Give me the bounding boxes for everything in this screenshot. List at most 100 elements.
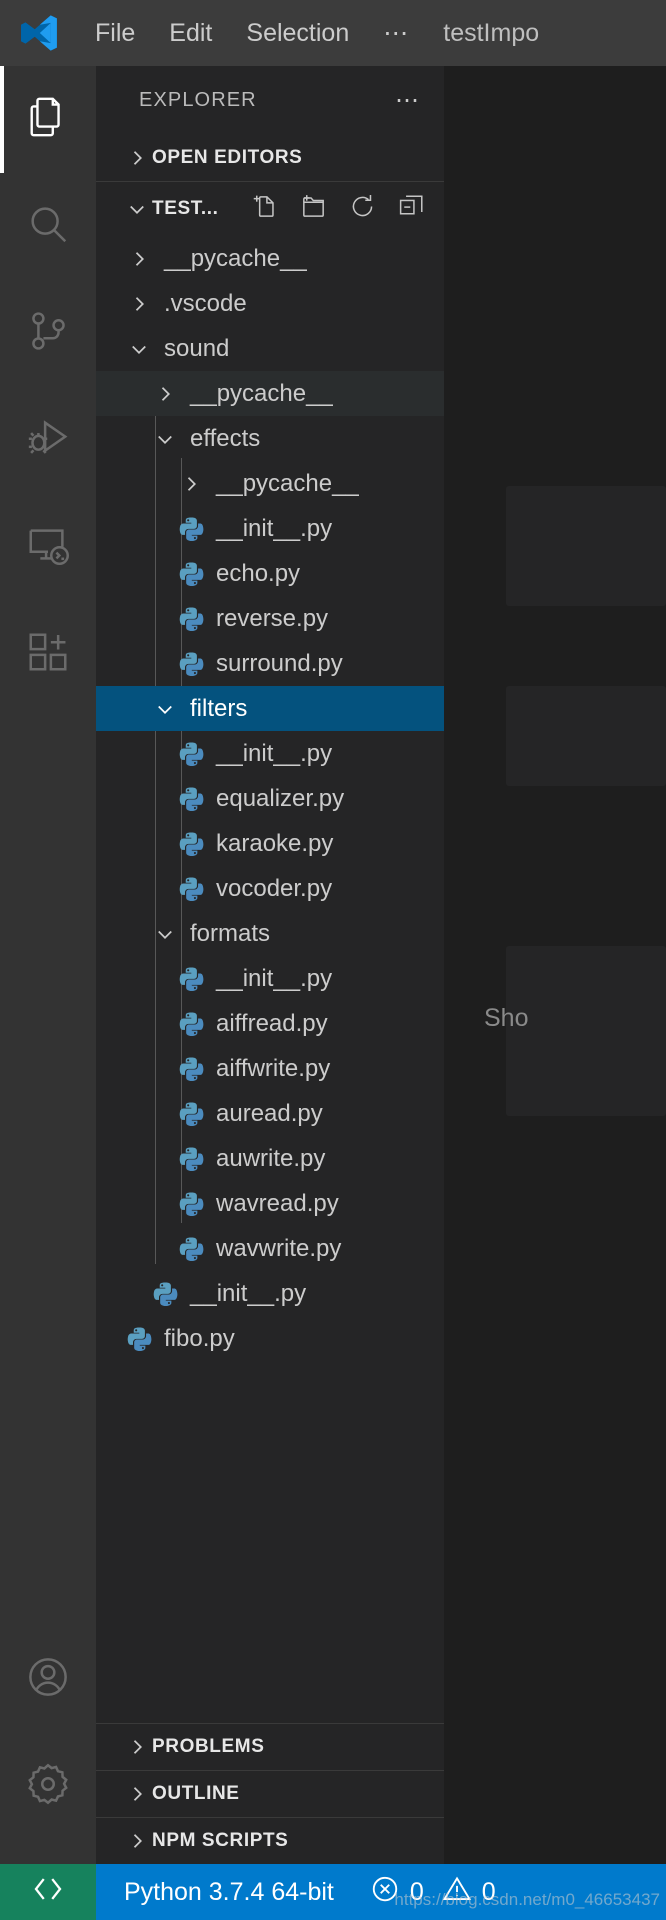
- sidebar-header: EXPLORER ⋯: [96, 66, 444, 134]
- title-bar: File Edit Selection ⋯ testImpo: [0, 0, 666, 66]
- section-label: NPM SCRIPTS: [152, 1830, 289, 1851]
- tree-item-folder[interactable]: formats: [96, 911, 444, 956]
- sidebar-more-actions-button[interactable]: ⋯: [395, 86, 422, 115]
- chevron-right-icon[interactable]: [148, 384, 182, 404]
- sidebar-item-search[interactable]: [0, 173, 96, 280]
- chevron-right-icon[interactable]: [174, 474, 208, 494]
- chevron-right-icon: [122, 1784, 152, 1804]
- python-interpreter-button[interactable]: Python 3.7.4 64-bit: [96, 1878, 352, 1907]
- tree-item-folder[interactable]: __pycache__: [96, 371, 444, 416]
- tree-item-file[interactable]: auread.py: [96, 1091, 444, 1136]
- collapse-all-icon[interactable]: [397, 192, 426, 227]
- menu-selection[interactable]: Selection: [229, 20, 366, 46]
- python-file-icon: [174, 515, 208, 542]
- python-file-icon: [148, 1280, 182, 1307]
- tree-item-label: __init__.py: [216, 514, 333, 542]
- error-count: 0: [409, 1877, 424, 1906]
- tree-item-label: formats: [190, 919, 271, 947]
- python-file-icon: [174, 1010, 208, 1037]
- manage-settings-button[interactable]: [0, 1733, 96, 1840]
- menu-edit[interactable]: Edit: [152, 20, 229, 46]
- menu-overflow-button[interactable]: ⋯: [366, 18, 427, 48]
- sidebar-item-explorer[interactable]: [0, 66, 96, 173]
- sidebar-item-source-control[interactable]: [0, 280, 96, 387]
- tree-item-file[interactable]: vocoder.py: [96, 866, 444, 911]
- tree-item-label: __pycache__: [216, 469, 359, 497]
- tree-item-file[interactable]: wavread.py: [96, 1181, 444, 1226]
- tree-item-label: echo.py: [216, 559, 301, 587]
- tree-item-file[interactable]: __init__.py: [96, 956, 444, 1001]
- tree-item-folder[interactable]: .vscode: [96, 281, 444, 326]
- tree-item-label: vocoder.py: [216, 874, 333, 902]
- python-file-icon: [174, 650, 208, 677]
- chevron-right-icon: [122, 148, 152, 168]
- tree-item-file[interactable]: auwrite.py: [96, 1136, 444, 1181]
- remote-indicator-icon: [31, 1872, 65, 1913]
- tree-item-label: aiffread.py: [216, 1009, 328, 1037]
- chevron-down-icon[interactable]: [122, 339, 156, 359]
- sidebar-item-extensions[interactable]: [0, 601, 96, 708]
- tree-item-file[interactable]: aiffwrite.py: [96, 1046, 444, 1091]
- section-label: PROBLEMS: [152, 1736, 265, 1757]
- tree-item-folder[interactable]: filters: [96, 686, 444, 731]
- tree-item-label: filters: [190, 694, 248, 722]
- tree-item-file[interactable]: wavwrite.py: [96, 1226, 444, 1271]
- python-file-icon: [174, 560, 208, 587]
- tree-item-file[interactable]: __init__.py: [96, 506, 444, 551]
- python-file-icon: [174, 605, 208, 632]
- editor-area: Sho: [444, 66, 666, 1864]
- workbench-body: EXPLORER ⋯ OPEN EDITORS TEST... __pycach…: [0, 66, 666, 1864]
- new-file-icon[interactable]: [250, 192, 279, 227]
- chevron-right-icon: [122, 1831, 152, 1851]
- tree-item-folder[interactable]: sound: [96, 326, 444, 371]
- tree-item-file[interactable]: __init__.py: [96, 1271, 444, 1316]
- tree-item-label: wavread.py: [216, 1189, 339, 1217]
- section-problems[interactable]: PROBLEMS: [96, 1723, 444, 1770]
- tree-item-label: aiffwrite.py: [216, 1054, 331, 1082]
- file-tree[interactable]: __pycache__ .vscode sound __pycache__ effect…: [96, 236, 444, 1723]
- tree-item-file[interactable]: equalizer.py: [96, 776, 444, 821]
- chevron-down-icon[interactable]: [148, 699, 182, 719]
- tree-item-folder[interactable]: __pycache__: [96, 461, 444, 506]
- python-file-icon: [174, 1235, 208, 1262]
- section-open-editors-label: OPEN EDITORS: [152, 146, 303, 168]
- tree-item-folder[interactable]: effects: [96, 416, 444, 461]
- tree-item-label: effects: [190, 424, 261, 452]
- python-file-icon: [174, 1100, 208, 1127]
- sidebar-item-remote-explorer[interactable]: [0, 494, 96, 601]
- chevron-down-icon[interactable]: [148, 924, 182, 944]
- accounts-button[interactable]: [0, 1626, 96, 1733]
- chevron-down-icon[interactable]: [148, 429, 182, 449]
- menu-file[interactable]: File: [78, 20, 152, 46]
- workspace-name: TEST...: [152, 198, 219, 219]
- source-control-icon: [25, 308, 71, 359]
- new-folder-icon[interactable]: [299, 192, 328, 227]
- section-npm-scripts[interactable]: NPM SCRIPTS: [96, 1817, 444, 1864]
- tree-item-file[interactable]: aiffread.py: [96, 1001, 444, 1046]
- suggestion-widget-top: [506, 486, 666, 606]
- tree-item-label: __init__.py: [216, 739, 333, 767]
- tree-item-file[interactable]: reverse.py: [96, 596, 444, 641]
- section-workspace[interactable]: TEST...: [96, 181, 444, 236]
- refresh-icon[interactable]: [348, 192, 377, 227]
- tree-item-file[interactable]: karaoke.py: [96, 821, 444, 866]
- tree-item-file[interactable]: __init__.py: [96, 731, 444, 776]
- page-title: EXPLORER: [139, 88, 257, 111]
- chevron-right-icon[interactable]: [122, 249, 156, 269]
- tree-item-file[interactable]: surround.py: [96, 641, 444, 686]
- remote-indicator-button[interactable]: [0, 1864, 96, 1920]
- sidebar-item-run-and-debug[interactable]: [0, 387, 96, 494]
- chevron-right-icon: [122, 1737, 152, 1757]
- extensions-icon: [25, 629, 71, 680]
- account-icon: [25, 1654, 71, 1705]
- tree-item-label: auread.py: [216, 1099, 323, 1127]
- tree-item-folder[interactable]: __pycache__: [96, 236, 444, 281]
- problems-button[interactable]: 0 0: [352, 1874, 514, 1911]
- python-file-icon: [174, 1190, 208, 1217]
- section-open-editors[interactable]: OPEN EDITORS: [96, 134, 444, 181]
- tree-item-file[interactable]: fibo.py: [96, 1316, 444, 1361]
- section-outline[interactable]: OUTLINE: [96, 1770, 444, 1817]
- tree-item-file[interactable]: echo.py: [96, 551, 444, 596]
- chevron-right-icon[interactable]: [122, 294, 156, 314]
- suggestion-widget-mid: [506, 686, 666, 786]
